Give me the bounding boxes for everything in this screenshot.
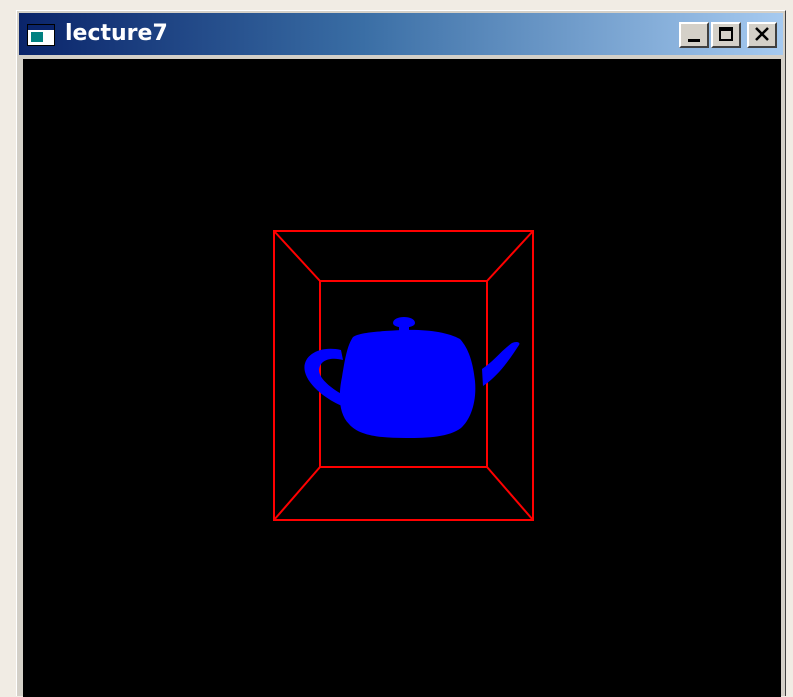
teapot-body [339, 329, 476, 438]
application-icon[interactable] [27, 24, 55, 46]
maximize-button[interactable] [711, 22, 741, 48]
app-window: lecture7 [16, 10, 786, 697]
close-icon [755, 27, 769, 41]
maximize-icon [719, 27, 733, 41]
teapot-knob-stem [399, 325, 409, 335]
minimize-icon [688, 39, 700, 42]
cube-edge-top-left [273, 230, 321, 282]
minimize-button[interactable] [679, 22, 709, 48]
render-scene [273, 230, 534, 521]
title-bar[interactable]: lecture7 [19, 13, 783, 55]
cube-edge-bottom-left [273, 466, 321, 521]
window-title: lecture7 [65, 21, 168, 46]
opengl-canvas[interactable] [23, 59, 781, 697]
cube-edge-top-right [486, 230, 534, 282]
close-button[interactable] [747, 22, 777, 48]
teapot-handle [304, 348, 345, 406]
cube-edge-bottom-right [486, 466, 534, 521]
